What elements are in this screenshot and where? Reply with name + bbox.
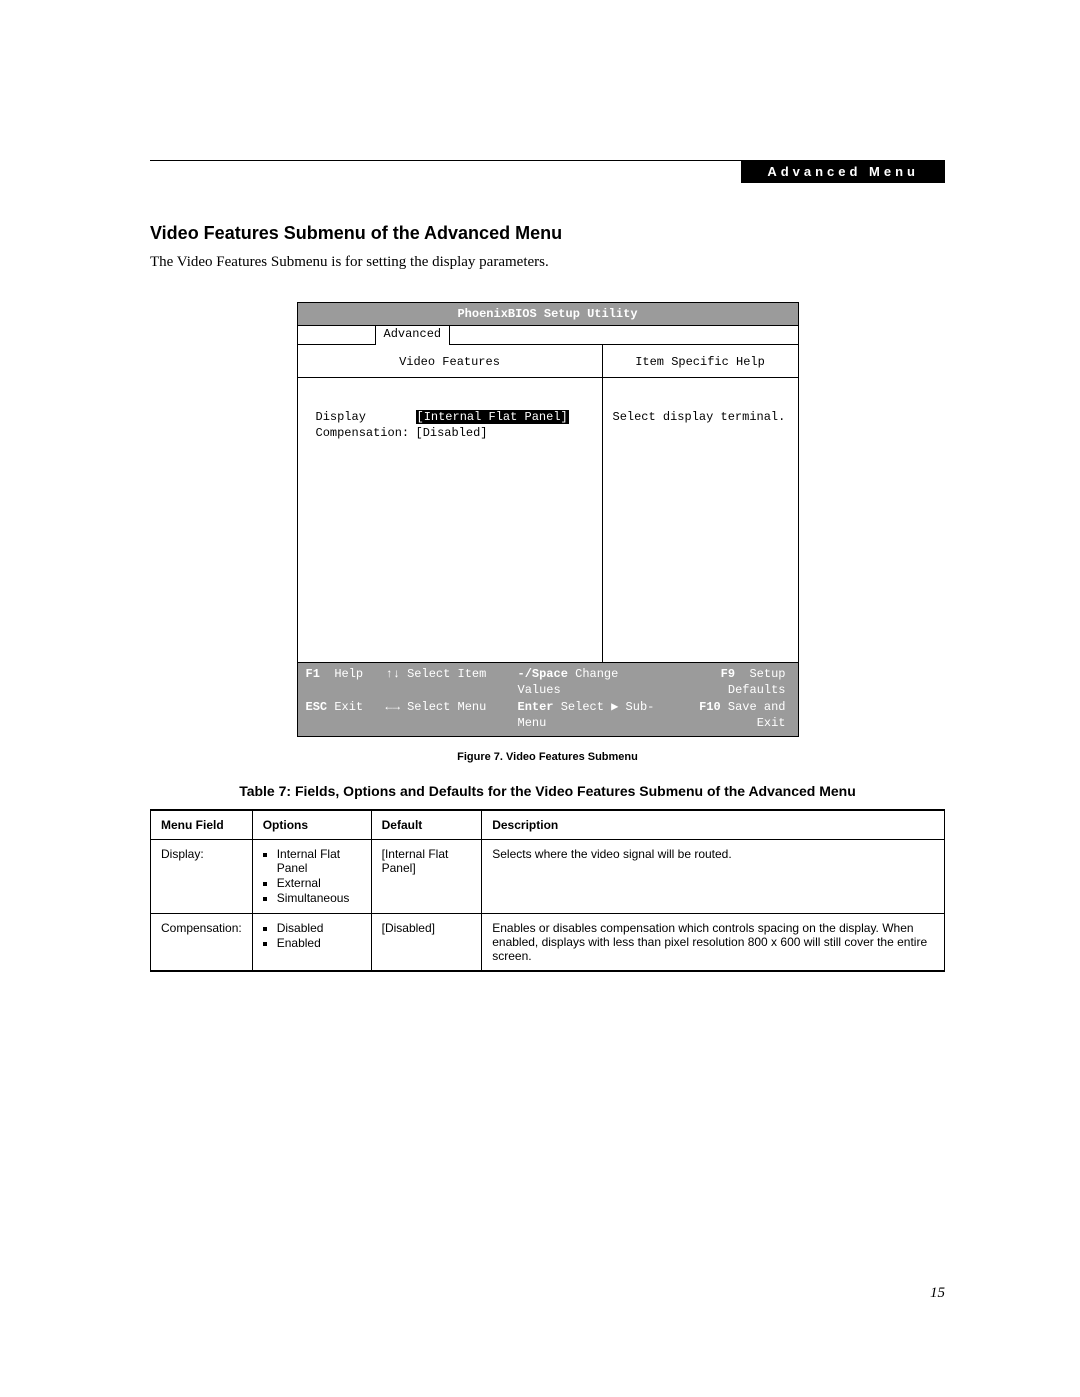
bios-tabbar: Advanced: [298, 325, 798, 345]
list-item: Enabled: [277, 936, 361, 951]
bios-label-display: Display: [316, 410, 416, 424]
bios-right-pane: Item Specific Help Select display termin…: [603, 345, 798, 662]
bios-title: PhoenixBIOS Setup Utility: [298, 303, 798, 325]
cell-default: [Disabled]: [371, 914, 482, 972]
key-minus-space: -/Space: [518, 667, 568, 681]
header-row: Advanced Menu: [150, 160, 945, 183]
list-item: External: [277, 876, 361, 891]
th-options: Options: [252, 810, 371, 840]
key-f10: F10: [699, 700, 721, 714]
page-number: 15: [930, 1285, 945, 1302]
bios-left-pane: Video Features Display [Internal Flat Pa…: [298, 345, 603, 662]
desc-exit: Exit: [334, 700, 363, 714]
cell-default: [Internal Flat Panel]: [371, 840, 482, 914]
key-enter: Enter: [518, 700, 554, 714]
list-item: Disabled: [277, 921, 361, 936]
bios-value-compensation: [Disabled]: [416, 426, 488, 440]
cell-desc: Enables or disables compensation which c…: [482, 914, 945, 972]
bios-screenshot: PhoenixBIOS Setup Utility Advanced Video…: [297, 302, 799, 737]
th-default: Default: [371, 810, 482, 840]
table-row: Compensation: Disabled Enabled [Disabled…: [151, 914, 945, 972]
section-title: Video Features Submenu of the Advanced M…: [150, 223, 945, 244]
options-table: Menu Field Options Default Description D…: [150, 809, 945, 972]
table-title: Table 7: Fields, Options and Defaults fo…: [150, 783, 945, 799]
th-desc: Description: [482, 810, 945, 840]
desc-save-exit: Save and Exit: [728, 700, 786, 730]
bios-value-display: [Internal Flat Panel]: [416, 410, 569, 424]
bios-footer: F1 Help ↑↓ Select Item -/Space Change Va…: [298, 663, 798, 736]
desc-select-item: Select Item: [407, 667, 486, 681]
bios-row-compensation: Compensation: [Disabled]: [316, 426, 584, 440]
bios-label-compensation: Compensation:: [316, 426, 416, 440]
key-esc: ESC: [306, 700, 328, 714]
cell-field: Compensation:: [151, 914, 253, 972]
bios-right-header: Item Specific Help: [603, 345, 798, 378]
desc-setup-defaults: Setup Defaults: [728, 667, 786, 697]
page: Advanced Menu Video Features Submenu of …: [0, 0, 1080, 1397]
cell-options: Disabled Enabled: [252, 914, 371, 972]
key-updown: ↑↓: [386, 667, 400, 681]
cell-field: Display:: [151, 840, 253, 914]
bios-footer-row-2: ESC Exit ←→ Select Menu Enter Select ▶ S…: [306, 699, 790, 731]
bios-settings: Display [Internal Flat Panel] Compensati…: [316, 386, 584, 650]
key-f9: F9: [721, 667, 735, 681]
table-header-row: Menu Field Options Default Description: [151, 810, 945, 840]
key-leftright: ←→: [386, 700, 400, 714]
section-intro: The Video Features Submenu is for settin…: [150, 252, 580, 272]
bios-body: Video Features Display [Internal Flat Pa…: [298, 345, 798, 663]
th-field: Menu Field: [151, 810, 253, 840]
bios-tab-advanced: Advanced: [375, 326, 451, 345]
bios-left-header: Video Features: [298, 345, 602, 378]
bios-footer-row-1: F1 Help ↑↓ Select Item -/Space Change Va…: [306, 666, 790, 698]
bios-row-display: Display [Internal Flat Panel]: [316, 410, 584, 424]
list-item: Internal Flat Panel: [277, 847, 361, 876]
cell-desc: Selects where the video signal will be r…: [482, 840, 945, 914]
desc-select-menu: Select Menu: [407, 700, 486, 714]
cell-options: Internal Flat Panel External Simultaneou…: [252, 840, 371, 914]
header-badge: Advanced Menu: [741, 160, 945, 183]
list-item: Simultaneous: [277, 891, 361, 906]
key-f1: F1: [306, 667, 320, 681]
bios-help-text: Select display terminal.: [613, 386, 788, 424]
figure-caption: Figure 7. Video Features Submenu: [150, 751, 945, 763]
table-row: Display: Internal Flat Panel External Si…: [151, 840, 945, 914]
desc-help: Help: [334, 667, 363, 681]
